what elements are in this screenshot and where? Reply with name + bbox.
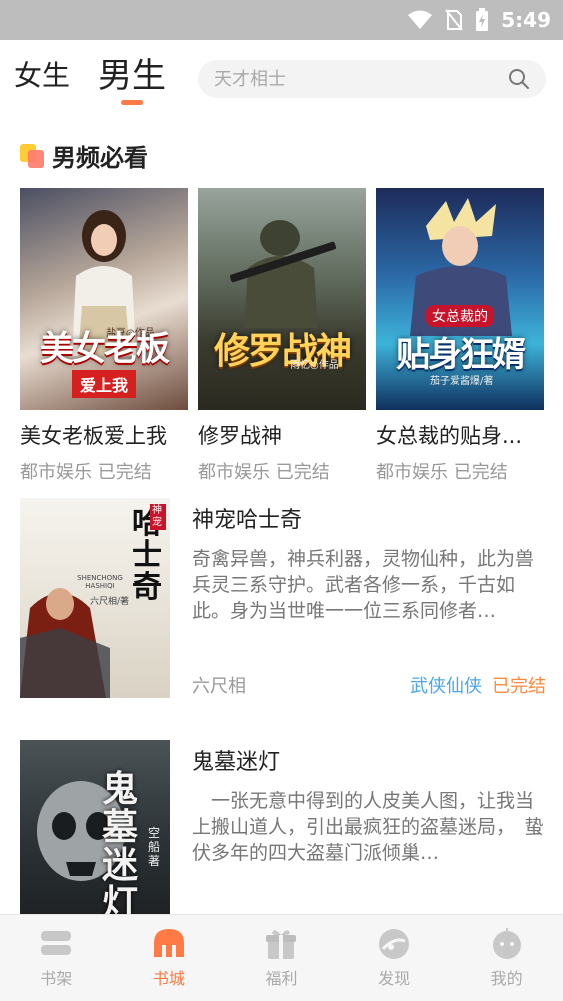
profile-icon — [492, 928, 521, 959]
book-cover[interactable]: 哈士奇 神宠 SHENCHONG HASHIQI 六尺相/著 — [20, 498, 170, 698]
book-cover[interactable]: 鬼墓迷灯 空船著 — [20, 740, 170, 940]
book-title[interactable]: 女总裁的贴身... — [376, 420, 544, 450]
status-time: 5:49 — [501, 8, 551, 32]
gift-icon — [266, 930, 297, 959]
book-cover[interactable]: 雨忆◎作品 修罗战神 — [198, 188, 366, 410]
book-status: 已完结 — [97, 462, 152, 483]
book-status: 已完结 — [453, 462, 508, 483]
book-card[interactable]: 雨忆◎作品 修罗战神 修罗战神 都市娱乐 已完结 — [198, 188, 366, 484]
search-bar[interactable] — [198, 60, 546, 98]
book-cover[interactable]: 女总裁的 贴身狂婿 茄子爱酱爆/著 — [376, 188, 544, 410]
cover-tag: 神宠 — [150, 504, 166, 530]
active-tab-indicator — [121, 100, 144, 105]
search-icon[interactable] — [508, 68, 530, 90]
section-icon — [20, 143, 44, 168]
nav-label: 发现 — [378, 969, 411, 988]
cover-subtitle: 爱上我 — [71, 370, 136, 398]
book-meta: 都市娱乐 已完结 — [20, 458, 188, 484]
discover-icon — [379, 929, 410, 959]
nav-discover[interactable]: 发现 — [338, 915, 451, 1001]
book-cover[interactable]: 盐豆◎作品 美女老板 爱上我 — [20, 188, 188, 410]
cover-title: 美女老板 — [40, 329, 170, 369]
cover-author: 雨忆◎作品 — [290, 360, 339, 371]
book-title[interactable]: 美女老板爱上我 — [20, 420, 188, 450]
list-item[interactable]: 鬼墓迷灯 空船著 鬼墓迷灯 一张无意中得到的人皮美人图，让我当上搬山道人，引出最… — [20, 740, 546, 940]
book-title[interactable]: 修罗战神 — [198, 420, 366, 450]
status-bar: 5:49 — [0, 0, 563, 40]
book-genre: 都市娱乐 — [20, 462, 92, 483]
no-sim-icon — [445, 9, 464, 31]
book-genre: 都市娱乐 — [198, 462, 270, 483]
book-description: 一张无意中得到的人皮美人图，让我当上搬山道人，引出最疯狂的盗墓迷局， 蛰伏多年的… — [192, 790, 544, 864]
nav-profile[interactable]: 我的 — [450, 915, 563, 1001]
nav-bookstore[interactable]: 书城 — [113, 915, 226, 1001]
book-genre: 都市娱乐 — [376, 462, 448, 483]
tab-female[interactable]: 女生 — [14, 56, 70, 96]
nav-welfare[interactable]: 福利 — [225, 915, 338, 1001]
book-card[interactable]: 盐豆◎作品 美女老板 爱上我 美女老板爱上我 都市娱乐 已完结 — [20, 188, 188, 484]
nav-bookshelf[interactable]: 书架 — [0, 915, 113, 1001]
section-title: 男频必看 — [52, 144, 148, 172]
bookstore-icon — [153, 929, 184, 957]
book-footer: 六尺相 武侠仙侠 已完结 — [192, 672, 546, 698]
wifi-icon — [408, 10, 433, 29]
status-tag: 已完结 — [492, 676, 546, 697]
featured-book-grid: 盐豆◎作品 美女老板 爱上我 美女老板爱上我 都市娱乐 已完结 雨忆◎作品 修罗… — [20, 188, 544, 484]
gender-tabs: 女生 男生 — [14, 56, 166, 108]
cover-title: 贴身狂婿 — [396, 335, 526, 375]
cover-author: 六尺相/著 — [90, 597, 130, 607]
bottom-navigation: 书架 书城 福利 发现 我的 — [0, 914, 563, 1001]
tab-male-label: 男生 — [98, 56, 167, 96]
book-title[interactable]: 鬼墓迷灯 — [192, 744, 546, 776]
tab-male[interactable]: 男生 — [98, 56, 167, 105]
cover-illustration — [229, 220, 337, 328]
book-meta: 都市娱乐 已完结 — [198, 458, 366, 484]
nav-label: 书架 — [40, 969, 73, 988]
nav-label: 福利 — [265, 969, 298, 988]
cover-title: 鬼墓迷灯 — [101, 768, 138, 924]
book-status: 已完结 — [275, 462, 330, 483]
book-description: 奇禽异兽，神兵利器，灵物仙种，此为兽兵灵三系守护。武者各修一系，千古如此。身为当… — [192, 548, 535, 622]
search-input[interactable] — [212, 67, 496, 91]
battery-charging-icon — [476, 8, 489, 31]
list-item-body: 神宠哈士奇 奇禽异兽，神兵利器，灵物仙种，此为兽兵灵三系守护。武者各修一系，千古… — [192, 498, 546, 698]
list-item-body: 鬼墓迷灯 一张无意中得到的人皮美人图，让我当上搬山道人，引出最疯狂的盗墓迷局， … — [192, 740, 546, 940]
book-meta: 都市娱乐 已完结 — [376, 458, 544, 484]
section-header: 男频必看 — [20, 138, 148, 173]
cover-subtitle: 女总裁的 — [426, 305, 494, 327]
genre-tag[interactable]: 武侠仙侠 — [410, 672, 482, 698]
book-card[interactable]: 女总裁的 贴身狂婿 茄子爱酱爆/著 女总裁的贴身... 都市娱乐 已完结 — [376, 188, 544, 484]
list-item[interactable]: 哈士奇 神宠 SHENCHONG HASHIQI 六尺相/著 神宠哈士奇 奇禽异… — [20, 498, 546, 698]
bookshelf-icon — [41, 931, 72, 955]
nav-label: 我的 — [490, 969, 523, 988]
cover-author: 空船著 — [148, 826, 161, 868]
nav-label: 书城 — [152, 969, 185, 988]
book-author: 六尺相 — [192, 676, 246, 697]
book-title[interactable]: 神宠哈士奇 — [192, 502, 546, 534]
cover-subtitle: SHENCHONG HASHIQI — [77, 574, 123, 590]
